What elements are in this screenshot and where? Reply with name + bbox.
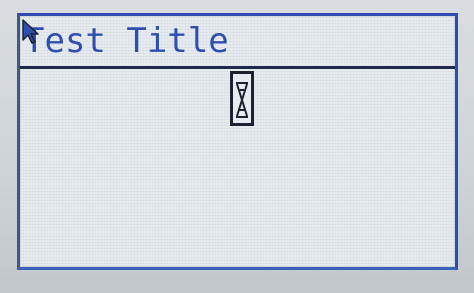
window-title: Test Title [24, 21, 229, 61]
hourglass-indicator [230, 71, 254, 126]
hourglass-icon [236, 82, 248, 118]
title-bar: Test Title [20, 16, 455, 69]
app-window: Test Title [20, 16, 455, 267]
arrow-cursor-icon [22, 19, 39, 44]
content-area [20, 69, 455, 267]
lcd-screen: Test Title [17, 13, 458, 270]
